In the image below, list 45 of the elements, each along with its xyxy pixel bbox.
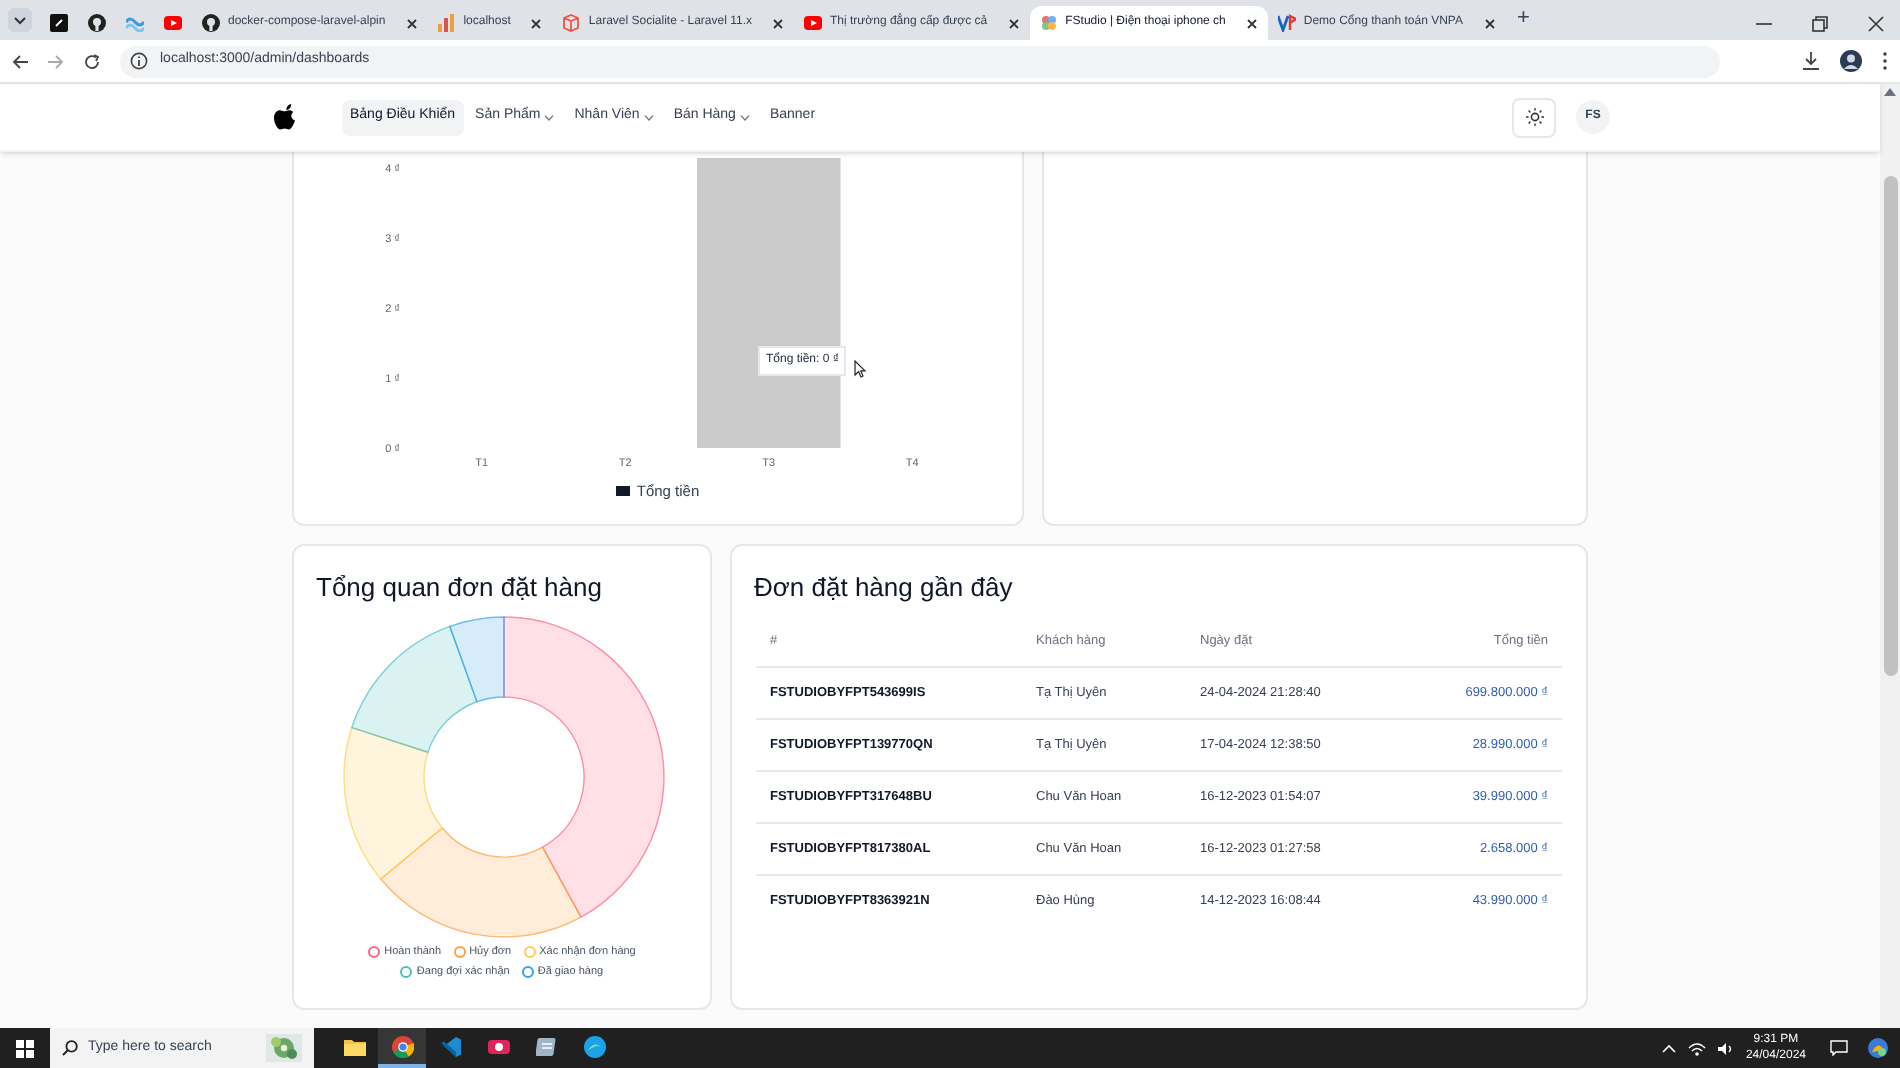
apple-logo-icon: [274, 103, 298, 131]
mouse-cursor-icon: [854, 360, 866, 378]
search-icon: [62, 1040, 78, 1056]
windows-logo-icon[interactable]: [16, 1039, 34, 1057]
camera-icon: [487, 1035, 509, 1057]
scrollbar[interactable]: [1880, 84, 1900, 1028]
close-icon[interactable]: [530, 17, 543, 29]
close-icon[interactable]: [1483, 17, 1495, 29]
new-tab-button[interactable]: +: [1517, 1, 1530, 34]
close-icon[interactable]: [1868, 16, 1884, 32]
video-play-icon: [164, 14, 182, 32]
video-play-icon: [804, 14, 822, 32]
speaker-icon[interactable]: [1717, 1041, 1734, 1055]
reload-icon[interactable]: [84, 53, 100, 69]
card-title: Đơn đặt hàng gần đây: [752, 570, 1015, 606]
flower-icon: [1039, 14, 1058, 32]
chevron-up-icon[interactable]: [1661, 1043, 1676, 1053]
cube-outline-icon: [562, 14, 581, 32]
sun-icon: [1525, 108, 1543, 126]
card-title: Tổng quan đơn đặt hàng: [314, 570, 604, 602]
taskbar-app-button[interactable]: [378, 1028, 426, 1068]
vp-logo-icon: [1277, 14, 1296, 32]
browser-swirl-icon: [583, 1035, 605, 1057]
avatar-icon[interactable]: [1840, 50, 1862, 72]
theme-toggle-button[interactable]: [1512, 97, 1556, 137]
square-icon: [50, 14, 68, 32]
bar-chart-icon: [437, 14, 456, 32]
restore-icon[interactable]: [1812, 16, 1828, 32]
close-icon[interactable]: [1007, 17, 1020, 29]
network-icon[interactable]: [1687, 1041, 1706, 1055]
back-arrow-icon[interactable]: [12, 53, 28, 69]
chrome-icon: [391, 1035, 413, 1057]
more-menu-icon[interactable]: [1882, 52, 1888, 70]
download-icon[interactable]: [1802, 52, 1820, 70]
code-editor-icon: [439, 1035, 461, 1057]
notification-icon[interactable]: [1830, 1040, 1848, 1056]
close-icon[interactable]: [772, 17, 784, 29]
tab-search-icon[interactable]: [8, 8, 32, 32]
close-icon[interactable]: [405, 17, 418, 29]
wave-icon: [126, 14, 144, 32]
close-icon[interactable]: [1245, 17, 1258, 29]
colorful-app-icon[interactable]: [1868, 1038, 1888, 1058]
folder-icon: [343, 1035, 365, 1057]
info-icon: [130, 52, 148, 70]
notepad-icon: [535, 1035, 557, 1057]
